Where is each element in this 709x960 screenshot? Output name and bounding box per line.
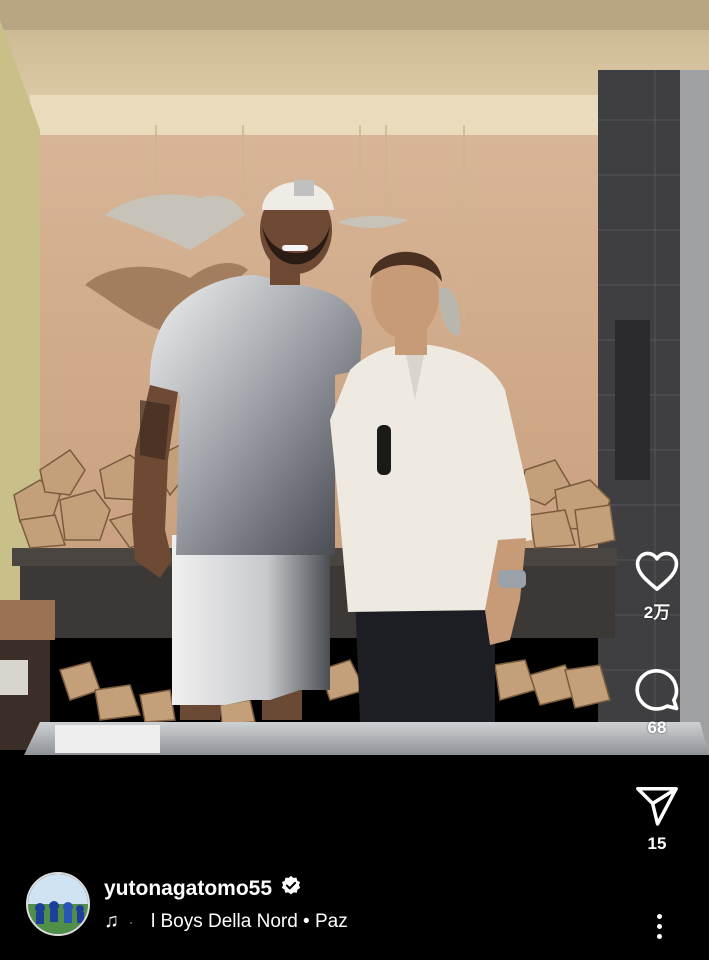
paper-plane-icon (636, 787, 678, 826)
comment-count: 68 (647, 718, 667, 737)
more-options-button[interactable] (647, 906, 671, 946)
comment-bubble-icon (635, 668, 679, 711)
audio-track-name[interactable]: l Boys Della Nord • Paz (151, 911, 361, 933)
post-meta: yutonagatomo55 ♫ · l Boys Della Nord • P… (104, 875, 361, 933)
post-photo[interactable] (0, 0, 709, 755)
share-button[interactable]: 15 (635, 786, 679, 854)
like-button[interactable]: 2万 (634, 550, 680, 623)
comment-button[interactable]: 68 (634, 666, 680, 738)
share-count: 15 (647, 834, 667, 853)
audio-row[interactable]: ♫ · l Boys Della Nord • Paz (104, 910, 361, 933)
heart-icon (635, 551, 679, 591)
verified-badge-icon (280, 875, 302, 902)
like-count: 2万 (643, 603, 671, 622)
audio-separator: · (129, 914, 133, 929)
user-row: yutonagatomo55 (104, 875, 361, 902)
post-author: yutonagatomo55 ♫ · l Boys Della Nord • P… (26, 872, 361, 936)
more-vertical-icon (656, 913, 662, 919)
music-note-icon: ♫ (104, 910, 119, 932)
avatar-image (28, 874, 88, 934)
post-image (0, 0, 709, 755)
username[interactable]: yutonagatomo55 (104, 877, 272, 901)
avatar[interactable] (26, 872, 90, 936)
